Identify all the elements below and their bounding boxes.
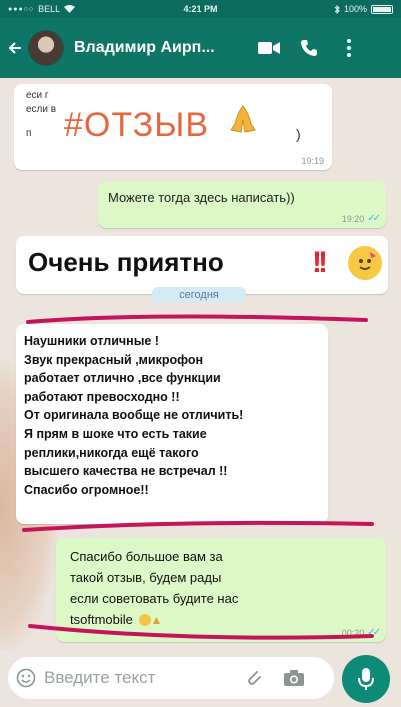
read-ticks-icon: ✓✓ [367, 627, 381, 638]
message-line: такой отзыв, будем рады [70, 570, 222, 585]
message-line: работают превосходно !! [24, 389, 180, 404]
message-time: 19:19 [301, 156, 324, 166]
folded-hands-icon [226, 102, 260, 144]
mic-button[interactable] [342, 655, 390, 703]
message-text: Наушники отличные ! Звук прекрасный ,мик… [24, 332, 322, 499]
message-line: если советовать будите нас [70, 591, 239, 606]
status-right: 100% [243, 4, 393, 14]
message-text: Спасибо большое вам за такой отзыв, буде… [70, 546, 238, 631]
battery-percent: 100% [343, 4, 367, 14]
message-line: работает отлично ,все функции [24, 371, 221, 386]
message-meta: 19:20 ✓✓ [341, 213, 381, 224]
phone-screen: ●●●○○ BELL 4:21 PM 100% Владимир Аирп... [0, 0, 401, 707]
message-line: Спасибо огромное!! [24, 482, 149, 497]
status-time: 4:21 PM [183, 4, 218, 14]
chat-area[interactable]: еси г если в п #ОТЗЫВ ) 19:19 Можете тог… [0, 78, 401, 649]
wifi-icon [64, 5, 76, 13]
message-input[interactable] [44, 663, 234, 693]
message-time: 19:20 [341, 213, 365, 224]
message-trailing: ) [296, 126, 301, 142]
avatar[interactable] [28, 30, 64, 66]
folded-hands-icon: ▲ [150, 613, 163, 627]
video-call-icon[interactable] [249, 28, 289, 68]
message-time: 00:20 [341, 627, 365, 638]
message-line: tsoftmobile [70, 612, 133, 627]
message-fragment: если в [26, 104, 57, 115]
message-meta: 19:19 [301, 156, 324, 166]
message-input-container [8, 657, 334, 699]
chat-header: Владимир Аирп... [0, 18, 401, 78]
date-separator: сегодня [152, 287, 246, 303]
more-vert-icon[interactable] [329, 28, 369, 68]
attach-icon[interactable] [234, 657, 274, 699]
camera-icon[interactable] [274, 657, 314, 699]
composer-bar [0, 649, 401, 707]
message-line-with-emoji: tsoftmobile ▲ [70, 609, 238, 631]
read-ticks-icon: ✓✓ [367, 213, 381, 224]
message-fragment: еси г [26, 90, 49, 101]
status-bar: ●●●○○ BELL 4:21 PM 100% [0, 0, 401, 18]
carrier-group: ●●●○○ BELL [8, 4, 158, 14]
battery-icon [371, 4, 393, 14]
bluetooth-icon [334, 4, 340, 14]
phone-icon[interactable] [289, 28, 329, 68]
message-fragment: п [26, 128, 32, 139]
emoji-icon[interactable] [8, 657, 44, 699]
message-line: высшего качества не встречал !! [24, 464, 228, 479]
message-line: От оригинала вообще не отличить! [24, 408, 244, 423]
outgoing-message[interactable]: Можете тогда здесь написать)) 19:20 ✓✓ [98, 182, 386, 228]
message-line: Спасибо большое вам за [70, 549, 223, 564]
incoming-message[interactable]: еси г если в п #ОТЗЫВ ) 19:19 [14, 84, 332, 170]
message-text: Можете тогда здесь написать)) [108, 190, 295, 205]
message-meta: 00:20 ✓✓ [341, 627, 381, 638]
message-line: Я прям в шоке что есть такие [24, 426, 207, 441]
message-line: реплики,никогда ещё такого [24, 445, 199, 460]
contact-name[interactable]: Владимир Аирп... [74, 39, 249, 57]
party-face-icon [348, 246, 382, 280]
incoming-message[interactable]: Наушники отличные ! Звук прекрасный ,мик… [16, 324, 328, 524]
signal-dots-icon: ●●●○○ [8, 5, 35, 13]
incoming-message[interactable]: Очень приятно !! [16, 236, 388, 294]
outgoing-message[interactable]: Спасибо большое вам за такой отзыв, буде… [56, 538, 386, 642]
hashtag-text: #ОТЗЫВ [64, 106, 210, 144]
back-arrow-icon[interactable] [4, 28, 26, 68]
mic-icon [358, 668, 374, 690]
smile-emoji-icon [138, 614, 151, 626]
message-line: Наушники отличные ! [24, 334, 159, 348]
double-exclamation: !! [312, 246, 328, 279]
message-line: Звук прекрасный ,микрофон [24, 352, 204, 367]
carrier-name: BELL [38, 4, 61, 14]
message-text: Очень приятно [28, 247, 224, 277]
